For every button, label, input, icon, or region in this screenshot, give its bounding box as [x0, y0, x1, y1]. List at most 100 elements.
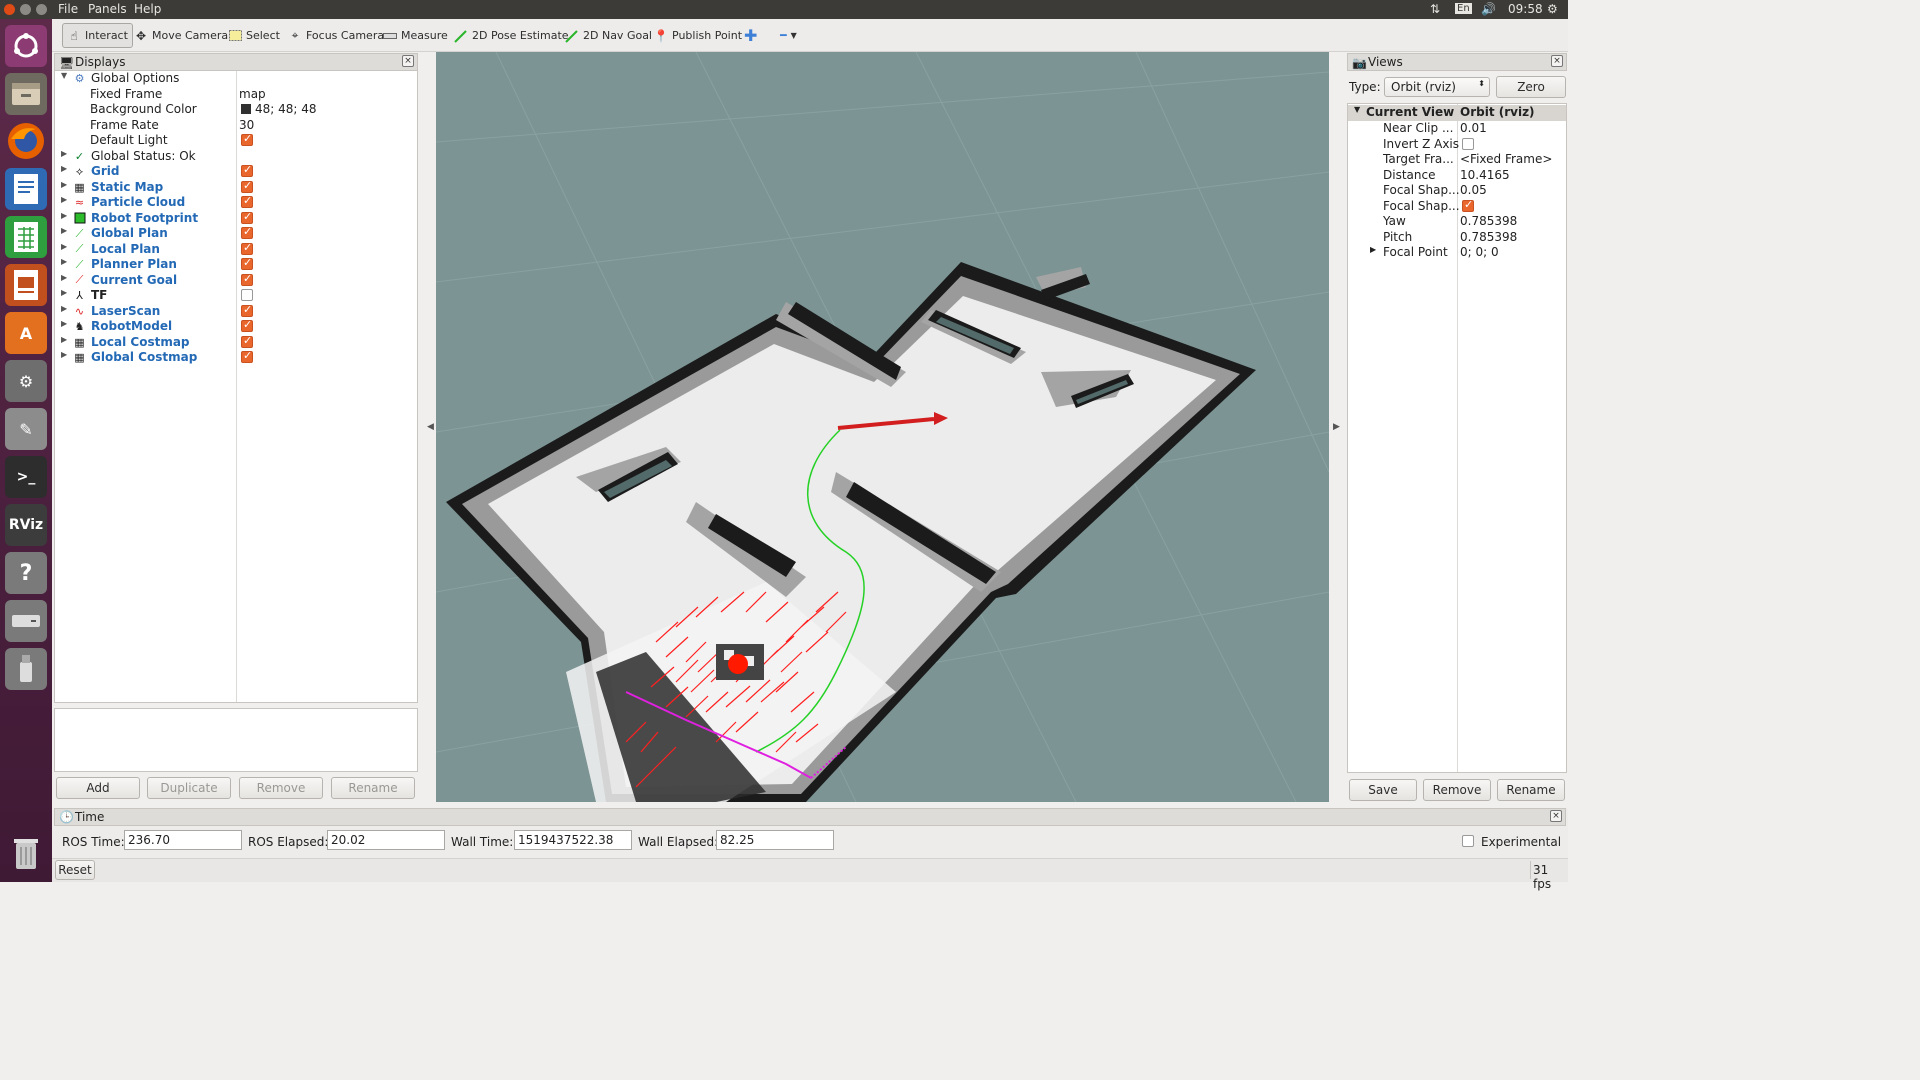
display-enabled-checkbox[interactable] [241, 194, 253, 208]
clock[interactable]: 09:58 [1508, 2, 1543, 16]
tree-row-fixed-frame[interactable]: Fixed Frame map [55, 87, 417, 103]
view-prop-focal-shape-fixed[interactable]: Focal Shap... [1348, 198, 1566, 215]
expand-arrow-icon[interactable]: ▶ [61, 319, 67, 328]
display-item-current-goal[interactable]: ▶ ⟋ Current Goal [55, 272, 417, 289]
view-type-select[interactable]: Orbit (rviz) ⬍ [1384, 77, 1490, 97]
view-prop-target-frame[interactable]: Target Fra... <Fixed Frame> [1348, 152, 1566, 168]
gear-icon[interactable]: ⚙ [1547, 2, 1558, 16]
close-displays-button[interactable]: × [402, 55, 414, 67]
tool-interact[interactable]: ☝ Interact [62, 23, 133, 48]
display-item-static-map[interactable]: ▶ ▦ Static Map [55, 179, 417, 196]
expand-arrow-icon[interactable]: ▶ [61, 288, 67, 297]
tree-row-global-status[interactable]: ▶ ✓ Global Status: Ok [55, 149, 417, 165]
display-item-robot-footprint[interactable]: ▶ Robot Footprint [55, 210, 417, 227]
rename-display-button[interactable]: Rename [331, 777, 415, 799]
display-enabled-checkbox[interactable] [241, 179, 253, 193]
keyboard-language-indicator[interactable]: En [1455, 3, 1472, 14]
display-item-grid[interactable]: ▶ ⟡ Grid [55, 163, 417, 180]
rviz-icon[interactable]: RViz [5, 504, 47, 546]
display-enabled-checkbox[interactable] [241, 256, 253, 270]
view-prop-yaw[interactable]: Yaw 0.785398 [1348, 214, 1566, 230]
focal-shape-fixed-checkbox[interactable] [1462, 198, 1474, 212]
expand-arrow-icon[interactable]: ▶ [61, 273, 67, 282]
volume-icon[interactable]: 🔊 [1481, 2, 1496, 16]
view-prop-invert-z[interactable]: Invert Z Axis [1348, 137, 1566, 153]
expand-arrow-icon[interactable]: ▶ [61, 195, 67, 204]
add-display-button[interactable]: Add [56, 777, 140, 799]
display-item-tf[interactable]: ▶ ⅄ TF [55, 288, 417, 304]
wall-time-field[interactable]: 1519437522.38 [514, 830, 632, 850]
tool-measure[interactable]: Measure [379, 23, 452, 48]
libreoffice-writer-icon[interactable] [5, 168, 47, 210]
color-swatch[interactable] [241, 104, 251, 114]
text-editor-icon[interactable]: ✎ [5, 408, 47, 450]
display-item-global-costmap[interactable]: ▶ ▦ Global Costmap [55, 349, 417, 366]
tool-select[interactable]: Select [224, 23, 284, 48]
close-time-button[interactable]: × [1550, 810, 1562, 822]
default-light-checkbox[interactable] [241, 132, 253, 146]
add-tool-button[interactable]: ✚ [740, 23, 761, 48]
display-item-laserscan[interactable]: ▶ ∿ LaserScan [55, 303, 417, 320]
display-enabled-checkbox[interactable] [241, 349, 253, 363]
display-enabled-checkbox[interactable] [241, 225, 253, 239]
tool-move-camera[interactable]: ✥ Move Camera [130, 23, 232, 48]
ros-elapsed-field[interactable]: 20.02 [327, 830, 445, 850]
files-icon[interactable] [5, 73, 47, 115]
menu-help[interactable]: Help [134, 2, 161, 16]
expand-arrow-icon[interactable]: ▼ [61, 71, 67, 80]
view-prop-pitch[interactable]: Pitch 0.785398 [1348, 230, 1566, 246]
close-window-button[interactable] [4, 4, 15, 15]
view-prop-focal-point[interactable]: ▶ Focal Point 0; 0; 0 [1348, 245, 1566, 261]
expand-arrow-icon[interactable]: ▶ [61, 226, 67, 235]
tree-row-frame-rate[interactable]: Frame Rate 30 [55, 118, 417, 134]
display-item-local-plan[interactable]: ▶ ⟋ Local Plan [55, 241, 417, 258]
menu-panels[interactable]: Panels [88, 2, 127, 16]
reset-button[interactable]: Reset [55, 860, 95, 880]
display-enabled-checkbox[interactable] [241, 334, 253, 348]
expand-arrow-icon[interactable]: ▶ [61, 211, 67, 220]
display-enabled-checkbox[interactable] [241, 289, 253, 301]
system-settings-icon[interactable]: ⚙ [5, 360, 47, 402]
rename-view-button[interactable]: Rename [1497, 779, 1565, 801]
tree-row-default-light[interactable]: Default Light [55, 132, 417, 149]
software-center-icon[interactable]: A [5, 312, 47, 354]
expand-arrow-icon[interactable]: ▶ [61, 350, 67, 359]
expand-arrow-icon[interactable]: ▶ [61, 304, 67, 313]
expand-arrow-icon[interactable]: ▶ [61, 335, 67, 344]
remove-view-button[interactable]: Remove [1423, 779, 1491, 801]
disk-drive-icon[interactable] [5, 600, 47, 642]
firefox-icon[interactable] [5, 120, 47, 162]
tool-focus-camera[interactable]: ⌖ Focus Camera [284, 23, 388, 48]
minimize-window-button[interactable] [20, 4, 31, 15]
trash-icon[interactable] [5, 832, 47, 874]
tree-row-background-color[interactable]: Background Color 48; 48; 48 [55, 102, 417, 118]
view-prop-distance[interactable]: Distance 10.4165 [1348, 168, 1566, 184]
ubuntu-dash-icon[interactable] [5, 25, 47, 67]
expand-arrow-icon[interactable]: ▶ [61, 257, 67, 266]
tool-2d-pose-estimate[interactable]: 2D Pose Estimate [450, 23, 573, 48]
collapse-right-panel-icon[interactable]: ▶ [1333, 422, 1340, 432]
expand-arrow-icon[interactable]: ▼ [1354, 105, 1360, 114]
tree-row-global-options[interactable]: ▼ ⚙ Global Options [55, 71, 417, 87]
remove-tool-menu[interactable]: ━ ▼ [776, 23, 801, 48]
help-icon[interactable]: ? [5, 552, 47, 594]
menu-file[interactable]: File [58, 2, 78, 16]
display-item-robotmodel[interactable]: ▶ ♞ RobotModel [55, 318, 417, 335]
display-enabled-checkbox[interactable] [241, 163, 253, 177]
expand-arrow-icon[interactable]: ▶ [1370, 245, 1376, 254]
usb-drive-icon[interactable] [5, 648, 47, 690]
expand-arrow-icon[interactable]: ▶ [61, 149, 67, 158]
display-enabled-checkbox[interactable] [241, 272, 253, 286]
experimental-checkbox[interactable] [1462, 835, 1474, 847]
tool-2d-nav-goal[interactable]: 2D Nav Goal [561, 23, 656, 48]
current-view-header[interactable]: ▼ Current View Orbit (rviz) [1348, 105, 1566, 121]
expand-arrow-icon[interactable]: ▶ [61, 164, 67, 173]
zero-view-button[interactable]: Zero [1496, 76, 1566, 98]
invert-z-checkbox[interactable] [1462, 137, 1474, 150]
display-enabled-checkbox[interactable] [241, 210, 253, 224]
ros-time-field[interactable]: 236.70 [124, 830, 242, 850]
display-item-local-costmap[interactable]: ▶ ▦ Local Costmap [55, 334, 417, 351]
collapse-left-panel-icon[interactable]: ◀ [427, 422, 434, 432]
view-prop-near-clip[interactable]: Near Clip ... 0.01 [1348, 121, 1566, 137]
display-item-planner-plan[interactable]: ▶ ⟋ Planner Plan [55, 256, 417, 273]
